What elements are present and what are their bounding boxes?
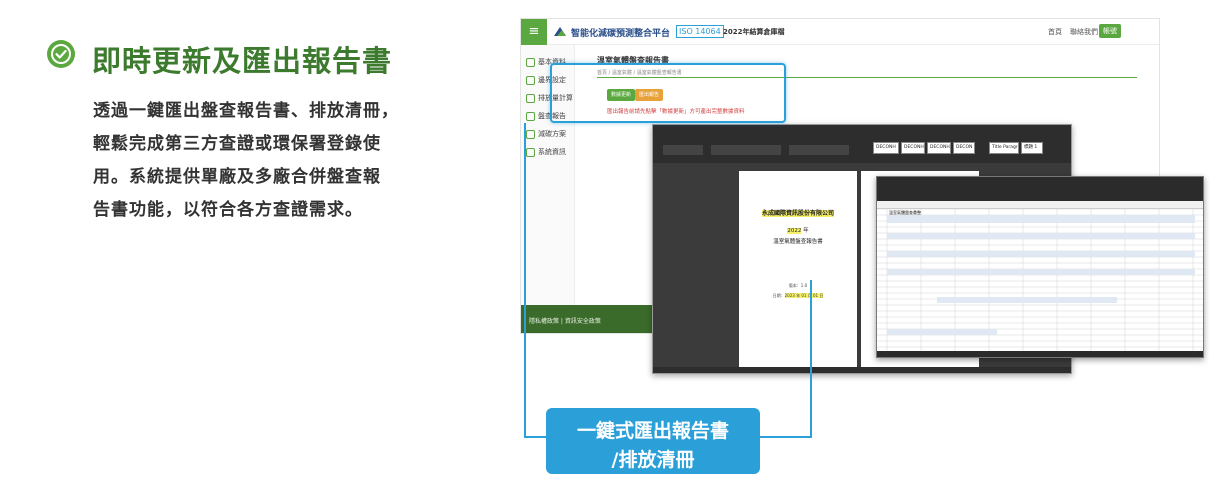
style-box[interactable]: DECONH — [873, 142, 899, 154]
menu-icon[interactable]: ≡ — [521, 19, 547, 45]
feature-description: 透過一鍵匯出盤查報告書、排放清冊， 輕鬆完成第三方查證或環保署登錄使 用。系統提… — [93, 95, 453, 227]
sidebar-item-system[interactable]: 系統資訊 — [526, 147, 574, 161]
callout-connector — [760, 436, 812, 438]
logo-icon — [554, 27, 566, 36]
report-date: 日期：2023 年 01 月 01 日 — [739, 293, 857, 299]
doc-icon — [526, 147, 535, 157]
sheet-title: 溫室氣體盤查彙整 — [889, 210, 921, 215]
nav-home-link[interactable]: 首頁 — [1048, 27, 1062, 37]
status-bar — [653, 367, 1071, 373]
callout-connector — [810, 280, 812, 438]
sidebar-item-reduction[interactable]: 減碳方案 — [526, 129, 574, 143]
ribbon-group — [663, 145, 703, 155]
app-topbar: ≡ 智能化減碳預測整合平台 ISO 14064 2022年結算倉庫檔 首頁 聯絡… — [521, 19, 1159, 45]
iso-badge: ISO 14064 — [676, 25, 724, 38]
excel-ribbon — [877, 177, 1203, 201]
report-year-value: 2022 — [787, 228, 802, 234]
report-year-suffix: 年 — [803, 228, 809, 234]
style-box[interactable]: Title Paragraph — [989, 142, 1019, 154]
callout-connector — [524, 123, 526, 438]
check-circle-icon — [47, 40, 75, 68]
ribbon-group — [711, 145, 781, 155]
style-box[interactable]: DECONH — [927, 142, 951, 154]
doc-icon — [526, 75, 535, 85]
sidebar-item-label: 系統資訊 — [538, 148, 566, 156]
callout-line-2: /排放清冊 — [611, 449, 695, 471]
callout-badge: 一鍵式匯出報告書 /排放清冊 — [546, 408, 760, 474]
feature-description-line: 告書功能，以符合各方查證需求。 — [93, 200, 363, 220]
doc-icon — [526, 129, 535, 139]
report-name: 溫室氣體盤查報告書 — [773, 239, 823, 245]
spreadsheet-grid — [877, 209, 1203, 351]
excel-window: 溫室氣體盤查彙整 — [876, 176, 1204, 358]
feature-description-line: 用。系統提供單廠及多廠合併盤查報 — [93, 167, 381, 187]
formula-bar[interactable] — [877, 201, 1203, 209]
style-box[interactable]: DECONH — [901, 142, 925, 154]
style-box[interactable]: DECON — [953, 142, 975, 154]
date-value: 2023 年 01 月 01 日 — [784, 293, 824, 298]
document-page: 永成國際資訊股份有限公司 2022 年 溫室氣體盤查報告書 版本：1.0 日期：… — [739, 171, 857, 371]
report-version: 版本：1.0 — [788, 283, 808, 288]
sheet-tabs[interactable] — [877, 351, 1203, 357]
feature-description-line: 透過一鍵匯出盤查報告書、排放清冊， — [93, 101, 399, 121]
account-button[interactable]: 帳號 — [1099, 24, 1121, 38]
ribbon-group — [789, 145, 849, 155]
company-name-text: 永成國際資訊股份有限公司 — [761, 210, 834, 217]
footer-links[interactable]: 隱私權政策 | 資訊安全政策 — [529, 316, 601, 325]
doc-icon — [526, 57, 535, 67]
feature-description-line: 輕鬆完成第三方查證或環保署登錄使 — [93, 134, 381, 154]
date-label: 日期： — [772, 293, 785, 298]
feature-title: 即時更新及匯出報告書 — [92, 44, 393, 78]
word-ribbon: DECONH DECONH DECONH DECON Title Paragra… — [653, 125, 1071, 163]
nav-contact-link[interactable]: 聯絡我們 — [1070, 27, 1098, 37]
doc-icon — [526, 93, 535, 103]
callout-line-1: 一鍵式匯出報告書 — [576, 420, 729, 442]
style-box[interactable]: 標題 1 — [1021, 142, 1043, 154]
year-label: 2022年結算倉庫檔 — [723, 28, 785, 36]
company-name: 永成國際資訊股份有限公司 — [739, 208, 857, 217]
doc-icon — [526, 111, 535, 121]
app-title: 智能化減碳預測整合平台 — [571, 29, 671, 39]
sidebar-item-label: 減碳方案 — [538, 130, 566, 138]
report-year: 2022 年 — [739, 226, 857, 234]
highlight-box — [550, 63, 786, 123]
